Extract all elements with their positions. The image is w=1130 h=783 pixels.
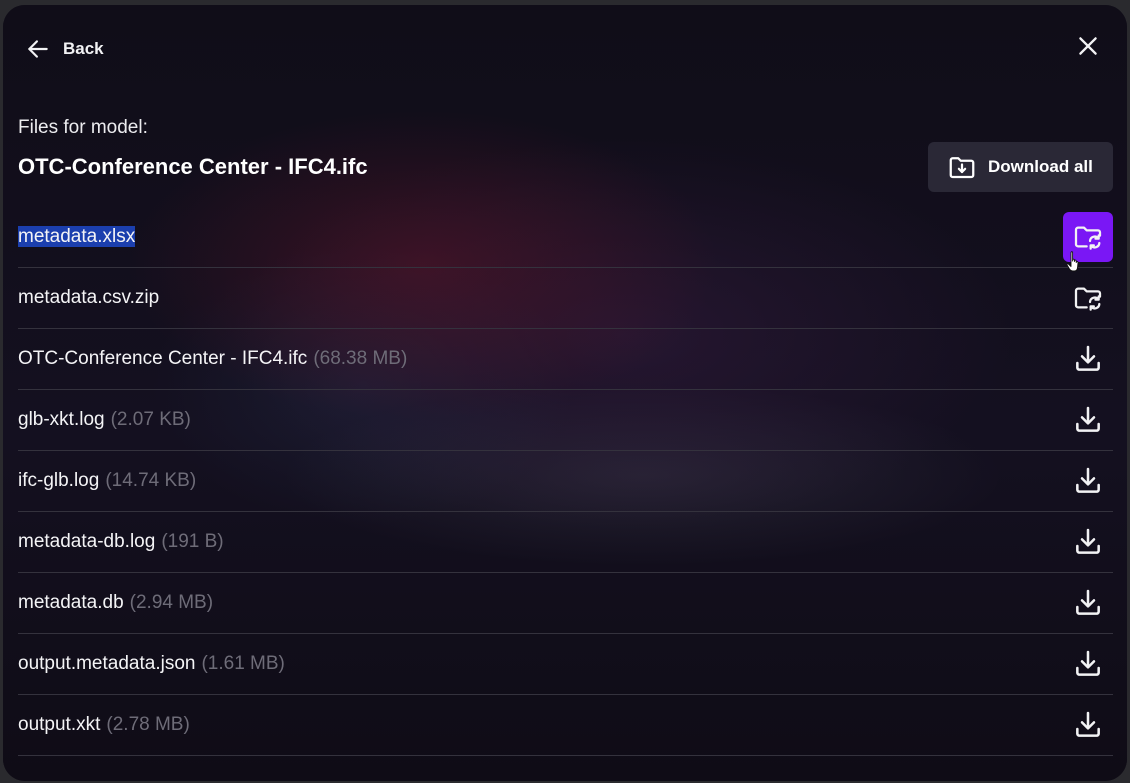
download-icon — [1072, 343, 1104, 375]
file-text: output.xkt (2.78 MB) — [18, 714, 190, 736]
file-row: output.metadata.json (1.61 MB) — [18, 634, 1113, 695]
file-name: OTC-Conference Center - IFC4.ifc — [18, 348, 308, 369]
download-file-button[interactable] — [1063, 334, 1113, 384]
file-text: metadata.csv.zip — [18, 287, 159, 309]
download-file-button[interactable] — [1063, 639, 1113, 689]
download-file-button[interactable] — [1063, 700, 1113, 750]
folder-sync-icon — [1072, 282, 1104, 314]
file-size: (1.61 MB) — [201, 653, 285, 674]
download-icon — [1072, 709, 1104, 741]
model-title: OTC-Conference Center - IFC4.ifc — [18, 154, 368, 179]
file-size: (14.74 KB) — [105, 470, 197, 491]
file-row: OTC-Conference Center - IFC4.ifc (68.38 M… — [18, 329, 1113, 390]
files-modal: Back Files for model: OTC-Conference Cen… — [3, 5, 1127, 781]
close-button[interactable] — [1075, 33, 1101, 59]
files-for-model-label: Files for model: — [18, 117, 148, 138]
file-name: metadata.csv.zip — [18, 287, 160, 308]
file-size: (2.07 KB) — [110, 409, 191, 430]
file-row: metadata.xlsx — [18, 207, 1113, 268]
download-all-button[interactable]: Download all — [928, 142, 1113, 192]
download-icon — [1072, 465, 1104, 497]
file-text: metadata.db (2.94 MB) — [18, 592, 213, 614]
download-icon — [1072, 587, 1104, 619]
file-list: metadata.xlsx metadata.csv.zip OTC-Confere… — [18, 207, 1113, 756]
file-text: glb-xkt.log (2.07 KB) — [18, 409, 191, 431]
file-row: metadata.csv.zip — [18, 268, 1113, 329]
file-text: output.metadata.json (1.61 MB) — [18, 653, 285, 675]
close-icon — [1075, 33, 1101, 59]
file-row: glb-xkt.log (2.07 KB) — [18, 390, 1113, 451]
back-button[interactable]: Back — [25, 32, 104, 66]
arrow-left-icon — [25, 36, 51, 62]
file-name: glb-xkt.log — [18, 409, 105, 430]
file-size: (2.78 MB) — [106, 714, 190, 735]
file-name: metadata.xlsx — [18, 226, 136, 247]
download-file-button[interactable] — [1063, 395, 1113, 445]
file-row: metadata-db.log (191 B) — [18, 512, 1113, 573]
file-text: metadata-db.log (191 B) — [18, 531, 224, 553]
file-name: output.xkt — [18, 714, 101, 735]
file-row: output.xkt (2.78 MB) — [18, 695, 1113, 756]
download-file-button[interactable] — [1063, 456, 1113, 506]
back-label: Back — [63, 39, 104, 58]
file-text: ifc-glb.log (14.74 KB) — [18, 470, 196, 492]
download-file-button[interactable] — [1063, 578, 1113, 628]
download-icon — [1072, 404, 1104, 436]
file-size: (191 B) — [161, 531, 224, 552]
file-name: output.metadata.json — [18, 653, 196, 674]
file-text: metadata.xlsx — [18, 226, 136, 248]
download-icon — [1072, 648, 1104, 680]
file-name: ifc-glb.log — [18, 470, 100, 491]
download-icon — [1072, 526, 1104, 558]
file-row: ifc-glb.log (14.74 KB) — [18, 451, 1113, 512]
file-name: metadata-db.log — [18, 531, 156, 552]
file-row: metadata.db (2.94 MB) — [18, 573, 1113, 634]
file-text: OTC-Conference Center - IFC4.ifc (68.38 M… — [18, 348, 407, 370]
regenerate-file-button[interactable] — [1063, 212, 1113, 262]
regenerate-file-button[interactable] — [1063, 273, 1113, 323]
download-all-label: Download all — [988, 157, 1093, 176]
folder-sync-icon — [1072, 221, 1104, 253]
folder-download-icon — [947, 152, 977, 182]
modal-content: Back Files for model: OTC-Conference Cen… — [3, 5, 1127, 781]
file-size: (2.94 MB) — [129, 592, 214, 613]
file-name: metadata.db — [18, 592, 124, 613]
file-size: (68.38 MB) — [313, 348, 408, 369]
download-file-button[interactable] — [1063, 517, 1113, 567]
